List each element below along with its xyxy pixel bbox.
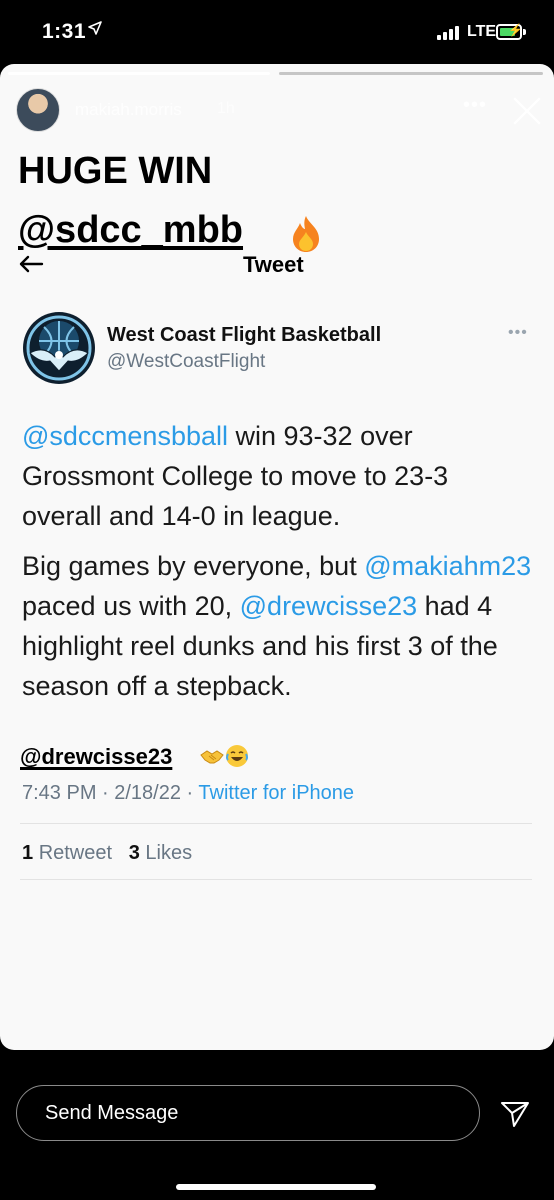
battery-tip [523,29,526,35]
more-options-icon[interactable]: ••• [463,94,487,117]
account-handle[interactable]: @WestCoastFlight [107,351,265,373]
tweet-stats: 1 Retweet 3 Likes [22,842,192,865]
story-progress-segment-1 [8,72,270,75]
story-mention-drew[interactable]: @drewcisse23 [20,744,172,770]
tweet-text-segment: Big games by everyone, but [22,551,365,581]
divider [20,879,532,880]
retweet-count[interactable]: 1 [22,842,33,864]
send-icon[interactable] [500,1100,530,1128]
account-name[interactable]: West Coast Flight Basketball [107,324,381,347]
tweet-source-link[interactable]: Twitter for iPhone [198,782,354,804]
close-icon[interactable] [512,96,542,126]
location-arrow-icon [88,21,102,35]
retweet-label[interactable]: Retweet [39,842,112,864]
tweet-timestamp: 7:43 PM · 2/18/22 · [22,782,199,804]
tweet-options-icon[interactable]: ••• [508,324,528,342]
signal-icon [437,26,459,40]
tweet-text-segment: paced us with 20, [22,591,240,621]
battery-icon: ⚡ [496,23,523,40]
status-time: 1:31 [42,20,87,43]
avatar[interactable] [16,88,60,132]
mention-link[interactable]: @makiahm23 [364,551,531,581]
handshake-emoji-icon [200,750,224,764]
tweet-meta: 7:43 PM · 2/18/22 · Twitter for iPhone [22,782,354,805]
story-card[interactable]: makiah.morris 1h ••• HUGE WIN @sdcc_mbb … [0,64,554,1050]
laughing-emoji-icon [226,745,248,767]
tweet-paragraph-1: @sdccmensbball win 93-32 over Grossmont … [22,416,532,536]
tweet-header-label: Tweet [243,252,304,277]
mention-link[interactable]: @sdccmensbball [22,421,228,451]
story-headline: HUGE WIN [18,150,213,192]
home-indicator [176,1184,376,1190]
tweet-paragraph-2: Big games by everyone, but @makiahm23 pa… [22,546,532,706]
mention-link[interactable]: @drewcisse23 [240,591,417,621]
network-type: LTE [467,23,497,40]
story-time-ago: 1h [217,100,235,117]
like-count[interactable]: 3 [129,842,140,864]
send-message-placeholder: Send Message [45,1102,179,1124]
divider [20,823,532,824]
story-username[interactable]: makiah.morris [75,100,182,120]
story-mention[interactable]: @sdcc_mbb [18,209,243,252]
back-arrow-icon[interactable] [18,254,44,274]
story-progress-segment-2 [279,72,543,75]
like-label[interactable]: Likes [145,842,192,864]
fire-emoji-icon [293,216,319,252]
tweet-text: @sdccmensbball win 93-32 over Grossmont … [22,416,532,716]
account-logo[interactable] [22,311,96,385]
